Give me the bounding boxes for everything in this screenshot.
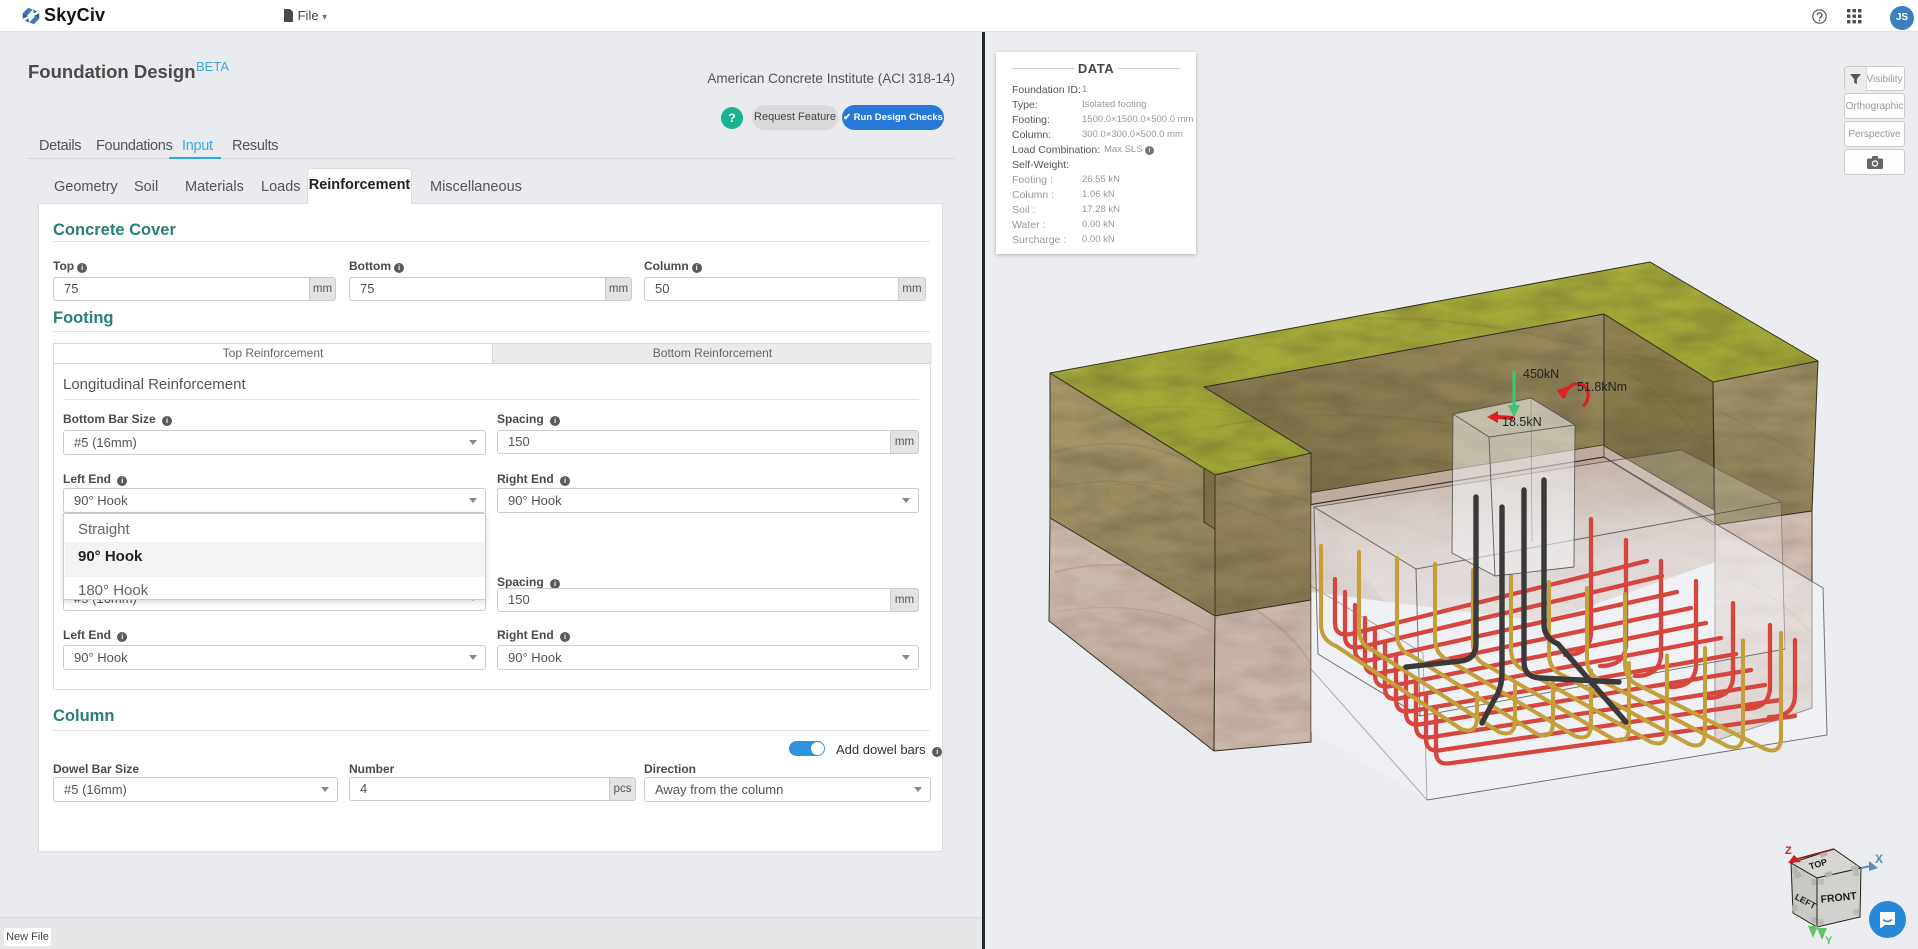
svg-text:Y: Y — [1825, 935, 1833, 947]
svg-text:51.8kNm: 51.8kNm — [1577, 380, 1627, 394]
svg-text:Z: Z — [1785, 845, 1792, 857]
svg-text:450kN: 450kN — [1523, 367, 1559, 381]
svg-text:18.5kN: 18.5kN — [1502, 415, 1542, 429]
svg-text:X: X — [1875, 852, 1883, 866]
